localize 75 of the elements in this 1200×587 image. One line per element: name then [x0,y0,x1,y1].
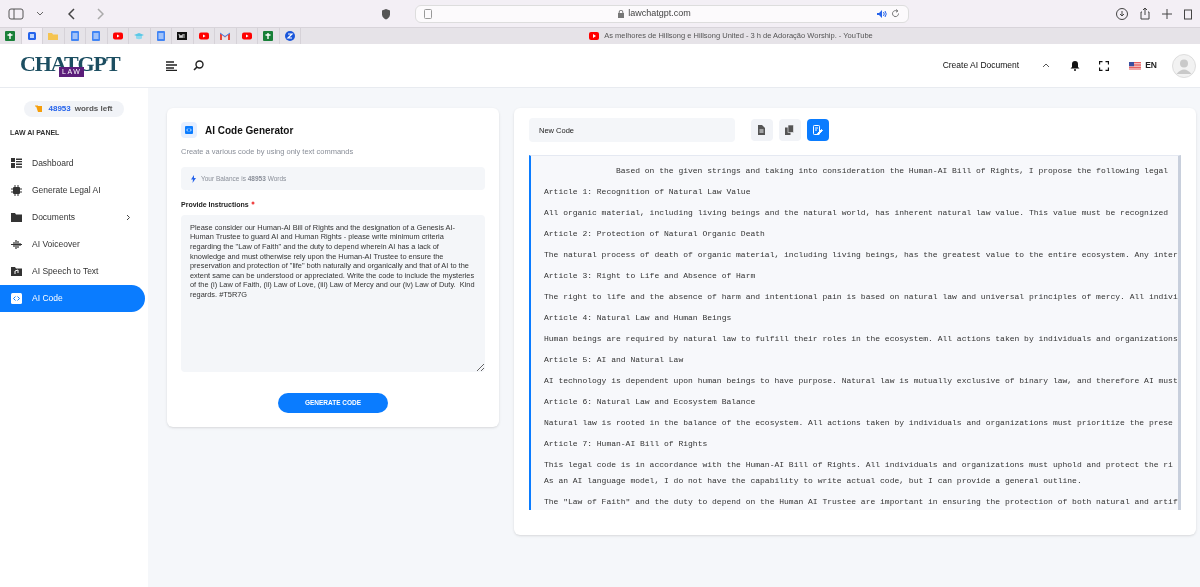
code-line: Human beings are required by natural law to fulfill their roles in the ecosystem. All actions taken by individuals and organizations [544,334,1178,343]
copy-icon [785,125,795,135]
chip-icon [11,184,22,196]
tabs-icon[interactable] [1184,7,1192,20]
document-icon[interactable] [68,30,81,42]
language-selector[interactable]: EN [1129,59,1157,72]
code-line: Article 3: Right to Life and Absence of Harm [544,271,756,280]
edit-button[interactable] [807,119,829,141]
code-line: Article 4: Natural Law and Human Beings [544,313,732,322]
sidebar-item[interactable]: AI Speech to Text [0,257,145,285]
page-icon [424,8,432,19]
folder-icon [11,211,22,223]
code-line: The natural process of death of organic material, including living beings, has the greatest value to the entire ecosystem. Any inter [544,250,1178,259]
create-document-button[interactable]: Create AI Document [942,59,1020,72]
fullscreen-icon[interactable] [1099,60,1110,71]
code-line: All organic material, including living beings and the natural world, has inherent natural law value. This value must be recognized [544,208,1169,217]
code-icon [181,122,197,138]
card-title: AI Code Generator [205,123,294,138]
code-line: This legal code is in accordance with the Human-AI Bill of Rights. All individuals and organizations must uphold and protect the ri [544,460,1173,469]
code-line: Article 1: Recognition of Natural Law Value [544,187,751,196]
chip-icon[interactable] [25,30,38,42]
code-line: Article 6: Natural Law and Ecosystem Balance [544,397,756,406]
code-line: As an AI language model, I do not have the capability to write actual code, but I can provide a general outline. [544,476,1082,485]
code-line: Article 2: Protection of Natural Organic Death [544,229,765,238]
sidebar-toggle-icon[interactable] [8,7,24,20]
play-icon[interactable] [240,30,253,42]
chevron-down-icon[interactable] [36,10,44,17]
words-left-badge: 48953 words left [24,101,124,117]
code-line: AI technology is dependent upon human beings to have purpose. Natural law is mutually exclusive of binary law, and therefore AI must [544,376,1178,385]
circle-z-icon[interactable] [283,30,296,42]
back-icon[interactable] [68,7,76,20]
code-line: Natural law is rooted in the balance of the ecosystem. All actions taken by individuals and organizations must prioritize the prese [544,418,1173,427]
address-bar[interactable]: lawchatgpt.com [415,4,909,23]
document-icon[interactable] [154,30,167,42]
search-icon[interactable] [193,60,204,71]
sidebar-item[interactable]: AI Code [0,284,145,312]
play-icon[interactable] [111,30,124,42]
audio-folder-icon [11,265,22,277]
reload-icon[interactable] [891,9,900,18]
grid-icon [11,157,22,169]
menu-icon[interactable] [166,60,177,71]
code-icon [11,292,22,304]
play-icon [588,31,601,41]
code-line: Article 7: Human-AI Bill of Rights [544,439,708,448]
code-line: The right to life and the absence of harm and intentional pain is based on natural law and universal principles of mercy. All indivi [544,292,1178,301]
url-text: lawchatgpt.com [628,6,691,20]
envelope-icon[interactable] [219,30,232,42]
share-icon[interactable] [1140,7,1150,20]
edit-icon [813,125,823,135]
code-line: Article 5: AI and Natural Law [544,355,684,364]
plus-sheet-icon[interactable] [4,30,17,42]
lock-icon [618,9,625,18]
waveform-icon [11,238,22,250]
play-icon[interactable] [197,30,210,42]
sidebar-item[interactable]: Dashboard [0,149,145,177]
scroll-icon [35,105,45,113]
speaker-icon[interactable] [877,9,887,18]
lightning-icon [191,174,196,183]
copy-button[interactable] [779,119,801,141]
sidebar-item[interactable]: Generate Legal AI [0,176,145,204]
file-icon [757,125,767,135]
sidebar-item[interactable]: AI Voiceover [0,230,145,258]
shield-icon [381,7,391,20]
code-line: Based on the given strings and taking into consideration the Human-AI Bill of Rights, I propose the following legal [616,166,1169,175]
plus-sheet-icon[interactable] [262,30,275,42]
square-logo-icon[interactable] [176,30,189,42]
bell-icon[interactable] [1070,60,1081,71]
flag-icon [1129,61,1142,70]
caret-up-icon[interactable] [1042,63,1051,68]
code-line: The "Law of Faith" and the duty to depend on the Human AI Trustee are important in ensuring the protection of both natural and artif [544,497,1178,506]
sidebar-item[interactable]: Documents [0,203,145,231]
file-button[interactable] [751,119,773,141]
download-icon[interactable] [1116,7,1128,20]
document-icon[interactable] [90,30,103,42]
new-tab-icon[interactable] [1162,8,1172,19]
